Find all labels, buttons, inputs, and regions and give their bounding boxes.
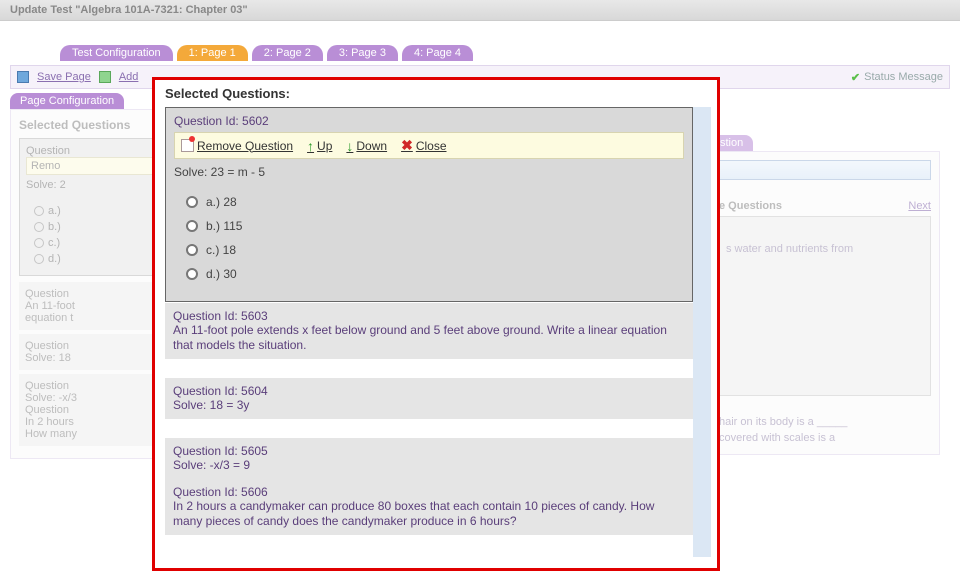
selected-questions-modal: Selected Questions: ▲ ▼ Question Id: 560… (152, 77, 720, 571)
tab-page-1[interactable]: 1: Page 1 (177, 45, 248, 61)
available-question-box[interactable]: s water and nutrients from (719, 216, 931, 396)
status-text: Status Message (864, 71, 943, 83)
save-page-link[interactable]: Save Page (37, 71, 91, 83)
page-configuration-tab: Page Configuration (10, 93, 124, 109)
close-link[interactable]: ✖Close (401, 137, 446, 154)
scroll-down-button[interactable]: ▼ (693, 540, 711, 557)
close-icon: ✖ (401, 137, 413, 154)
move-down-link[interactable]: ↓Down (346, 138, 387, 154)
right-column: stion e Questions Next s water and nutri… (710, 93, 940, 455)
radio-icon (186, 268, 198, 280)
up-arrow-icon: ↑ (307, 138, 314, 154)
tabs-row: Test Configuration 1: Page 1 2: Page 2 3… (60, 45, 473, 61)
move-up-link[interactable]: ↑Up (307, 138, 332, 154)
question-5602: Question Id: 5602 Remove Question ↑Up ↓D… (165, 107, 693, 302)
question-prompt: Solve: 23 = m - 5 (174, 165, 684, 179)
option-c[interactable]: c.) 18 (186, 243, 684, 257)
radio-icon (186, 196, 198, 208)
window-title: Update Test "Algebra 101A-7321: Chapter … (0, 0, 960, 21)
question-id-label: Question Id: 5602 (174, 114, 684, 128)
tab-page-3[interactable]: 3: Page 3 (327, 45, 398, 61)
available-below-text: hair on its body is a _____ covered with… (719, 414, 931, 446)
question-5604[interactable]: Question Id: 5604 Solve: 18 = 3y (165, 377, 693, 419)
available-questions-heading: e Questions (719, 200, 782, 212)
down-arrow-icon: ↓ (346, 138, 353, 154)
modal-title: Selected Questions: (165, 86, 711, 101)
add-link[interactable]: Add (119, 71, 139, 83)
tab-test-configuration[interactable]: Test Configuration (60, 45, 173, 61)
next-link[interactable]: Next (908, 200, 931, 212)
save-icon (17, 71, 29, 83)
add-icon (99, 71, 111, 83)
check-icon: ✔ (851, 71, 860, 84)
question-toolbar: Remove Question ↑Up ↓Down ✖Close (174, 132, 684, 159)
option-d[interactable]: d.) 30 (186, 267, 684, 281)
remove-icon (181, 139, 194, 152)
status-message: ✔ Status Message (851, 71, 943, 84)
category-dropdown[interactable] (719, 160, 931, 180)
modal-scroll-area[interactable]: ▲ ▼ Question Id: 5602 Remove Question ↑U… (165, 107, 711, 557)
question-5605[interactable]: Question Id: 5605 Solve: -x/3 = 9 (165, 437, 693, 479)
option-b[interactable]: b.) 115 (186, 219, 684, 233)
scroll-up-button[interactable]: ▲ (693, 107, 711, 124)
radio-icon (186, 220, 198, 232)
question-5603[interactable]: Question Id: 5603 An 11-foot pole extend… (165, 302, 693, 359)
question-5606[interactable]: Question Id: 5606 In 2 hours a candymake… (165, 479, 693, 535)
tab-page-2[interactable]: 2: Page 2 (252, 45, 323, 61)
option-a[interactable]: a.) 28 (186, 195, 684, 209)
radio-icon (186, 244, 198, 256)
tab-page-4[interactable]: 4: Page 4 (402, 45, 473, 61)
remove-question-link[interactable]: Remove Question (181, 139, 293, 153)
